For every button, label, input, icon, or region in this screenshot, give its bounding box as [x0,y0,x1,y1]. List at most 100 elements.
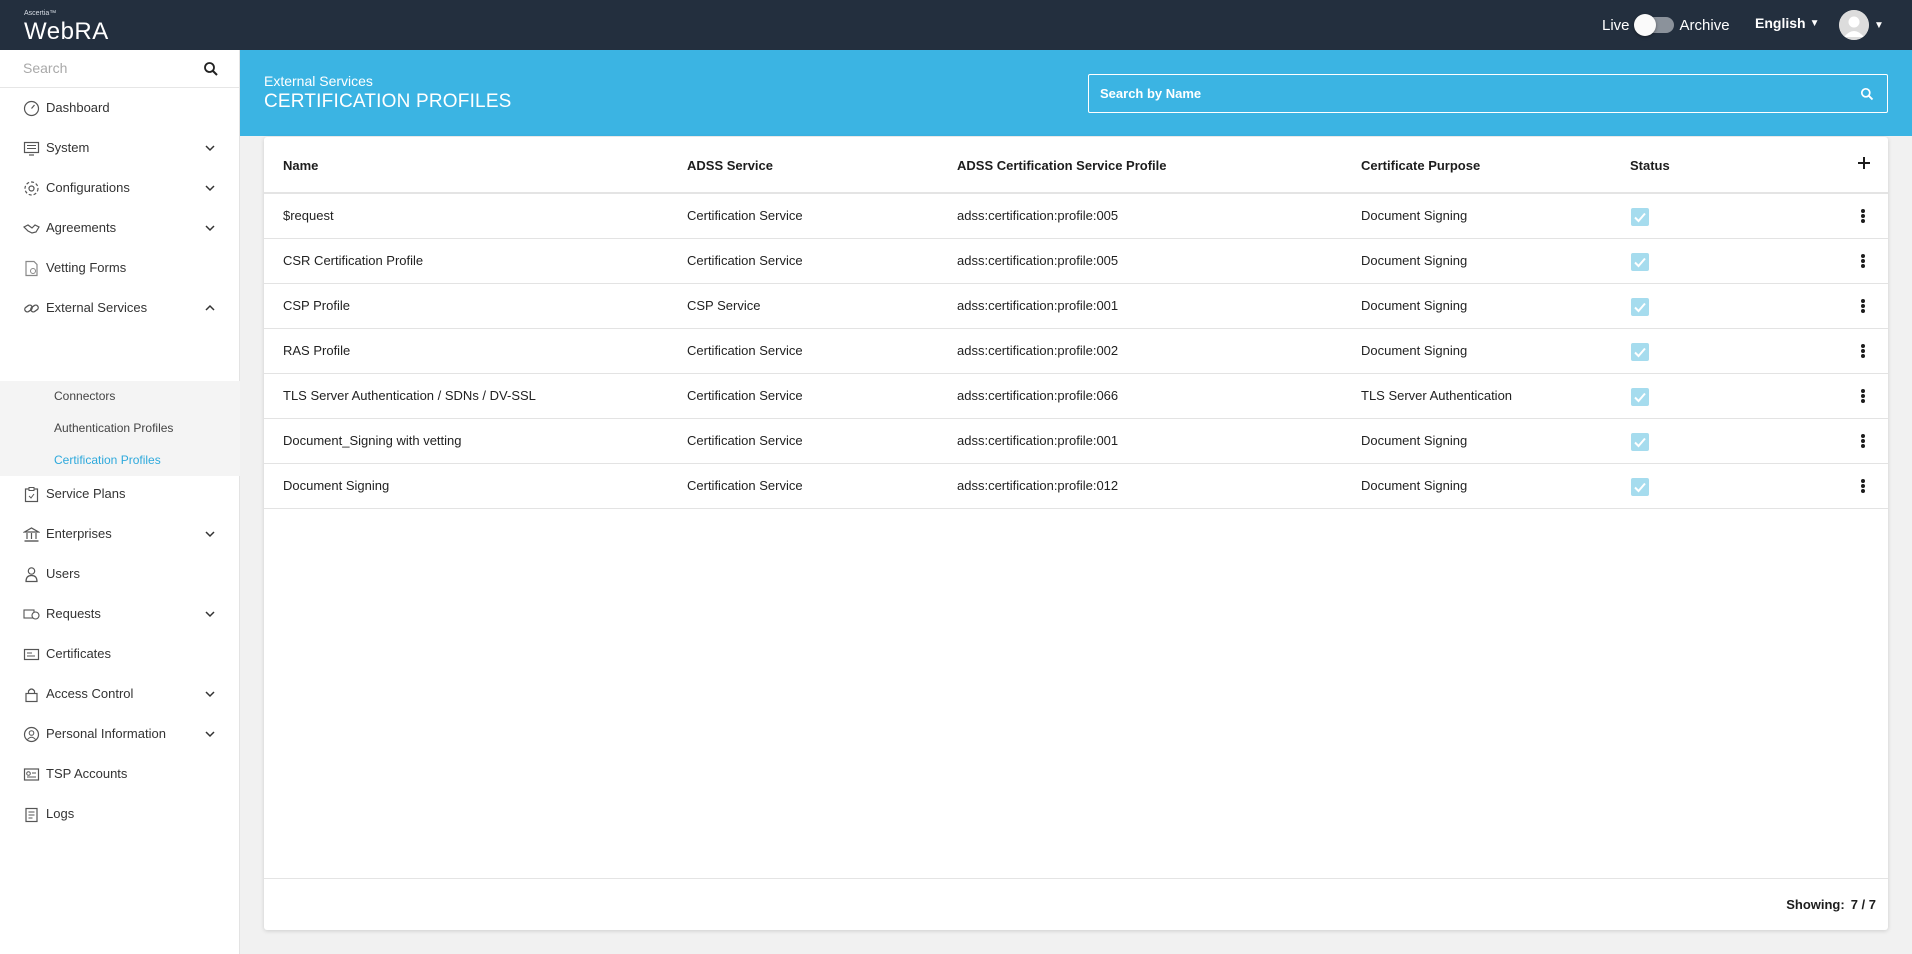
search-by-name-input[interactable] [1089,75,1829,112]
more-options-icon[interactable] [1855,342,1871,360]
table-row[interactable]: Document_Signing with vetting Certificat… [264,419,1888,464]
sidebar-item-users[interactable]: Users [0,554,240,594]
sidebar-item-configurations[interactable]: Configurations [0,168,240,208]
cell-certificate-purpose: Document Signing [1361,253,1468,268]
sidebar-item-agreements[interactable]: Agreements [0,208,240,248]
sidebar-search-input[interactable] [0,50,190,86]
cell-certificate-purpose: Document Signing [1361,208,1468,223]
sidebar-item-label: Configurations [46,180,130,195]
status-checkbox[interactable] [1631,253,1649,271]
cell-adss-profile: adss:certification:profile:001 [957,433,1119,448]
sidebar-item-access-control[interactable]: Access Control [0,674,240,714]
sidebar-item-vetting-forms[interactable]: Vetting Forms [0,248,240,288]
sidebar-item-system[interactable]: System [0,128,240,168]
language-selector[interactable]: English ▼ [1755,15,1819,31]
status-checkbox[interactable] [1631,433,1649,451]
cell-certificate-purpose: Document Signing [1361,343,1468,358]
live-archive-switch[interactable] [1633,14,1674,36]
sidebar-item-logs[interactable]: Logs [0,794,240,834]
table-row[interactable]: RAS Profile Certification Service adss:c… [264,329,1888,374]
status-checkbox[interactable] [1631,298,1649,316]
more-options-icon[interactable] [1855,387,1871,405]
table-row[interactable]: $request Certification Service adss:cert… [264,194,1888,239]
sidebar-subitem-connectors[interactable]: Connectors [54,389,115,403]
sidebar-item-enterprises[interactable]: Enterprises [0,514,240,554]
breadcrumb[interactable]: External Services [264,73,373,89]
dashboard-icon [23,100,40,117]
logs-icon [25,807,38,823]
cell-name: CSR Certification Profile [283,253,424,268]
page-title: CERTIFICATION PROFILES [264,91,512,112]
check-icon [1634,437,1646,448]
caret-down-icon: ▼ [1809,17,1820,29]
column-header-certificate-purpose[interactable]: Certificate Purpose [1361,158,1480,173]
chevron-down-icon [205,611,215,618]
sidebar-item-external-services[interactable]: External Services [0,288,240,328]
bank-icon [23,527,40,542]
user-icon [25,567,38,583]
more-options-icon[interactable] [1855,432,1871,450]
chevron-down-icon [205,691,215,698]
status-checkbox[interactable] [1631,343,1649,361]
cell-adss-service: Certification Service [687,388,803,403]
status-checkbox[interactable] [1631,388,1649,406]
cell-adss-service: CSP Service [687,298,761,313]
cell-name: CSP Profile [283,298,350,313]
sidebar-item-service-plans[interactable]: Service Plans [0,474,240,514]
column-header-name[interactable]: Name [283,158,318,173]
chevron-down-icon [205,145,215,152]
plan-icon [24,487,39,503]
name-search-box [1088,74,1888,113]
add-icon[interactable] [1855,154,1873,172]
webra-logo[interactable]: Ascertia™ WebRA [24,8,120,45]
more-options-icon[interactable] [1855,207,1871,225]
cell-certificate-purpose: TLS Server Authentication [1361,388,1513,403]
column-header-adss-profile[interactable]: ADSS Certification Service Profile [957,158,1167,173]
archive-label: Archive [1679,16,1730,34]
sidebar-item-label: Personal Information [46,726,166,741]
column-header-status[interactable]: Status [1630,158,1670,173]
status-checkbox[interactable] [1631,208,1649,226]
sidebar-item-dashboard[interactable]: Dashboard [0,88,240,128]
table-row[interactable]: TLS Server Authentication / SDNs / DV-SS… [264,374,1888,419]
sidebar-search [0,50,239,88]
system-icon [23,141,40,156]
id-card-icon [23,768,40,781]
switch-knob [1633,14,1656,36]
check-icon [1634,257,1646,268]
sidebar-subitem-certification-profiles[interactable]: Certification Profiles [54,453,161,467]
cell-adss-service: Certification Service [687,253,803,268]
search-icon[interactable] [203,61,219,77]
sidebar-item-label: Enterprises [46,526,112,541]
sidebar-item-label: Service Plans [46,486,126,501]
more-options-icon[interactable] [1855,297,1871,315]
column-header-adss-service[interactable]: ADSS Service [687,158,773,173]
chevron-down-icon [205,225,215,232]
cell-adss-service: Certification Service [687,478,803,493]
status-checkbox[interactable] [1631,478,1649,496]
sidebar-item-certificates[interactable]: Certificates [0,634,240,674]
cell-adss-profile: adss:certification:profile:005 [957,253,1119,268]
top-bar: Ascertia™ WebRA Live Archive English ▼ ▼ [0,0,1912,50]
sidebar-item-requests[interactable]: Requests [0,594,240,634]
sidebar-subitem-authentication-profiles[interactable]: Authentication Profiles [54,421,173,435]
sidebar-item-tsp-accounts[interactable]: TSP Accounts [0,754,240,794]
sidebar-item-label: TSP Accounts [46,766,128,781]
user-menu[interactable]: ▼ [1839,10,1884,40]
sidebar-item-personal-information[interactable]: Personal Information [0,714,240,754]
table-row[interactable]: CSR Certification Profile Certification … [264,239,1888,284]
check-icon [1634,392,1646,403]
certificate-icon [23,648,40,661]
cell-adss-profile: adss:certification:profile:012 [957,478,1119,493]
showing-value: 7 / 7 [1850,897,1876,912]
search-icon[interactable] [1860,87,1874,101]
sidebar-item-label: Access Control [46,686,134,701]
sidebar-item-label: External Services [46,300,148,315]
table-row[interactable]: Document Signing Certification Service a… [264,464,1888,509]
cell-name: TLS Server Authentication / SDNs / DV-SS… [283,388,536,403]
table-row[interactable]: CSP Profile CSP Service adss:certificati… [264,284,1888,329]
more-options-icon[interactable] [1855,477,1871,495]
more-options-icon[interactable] [1855,252,1871,270]
person-circle-icon [23,726,40,743]
language-label: English [1755,15,1806,31]
